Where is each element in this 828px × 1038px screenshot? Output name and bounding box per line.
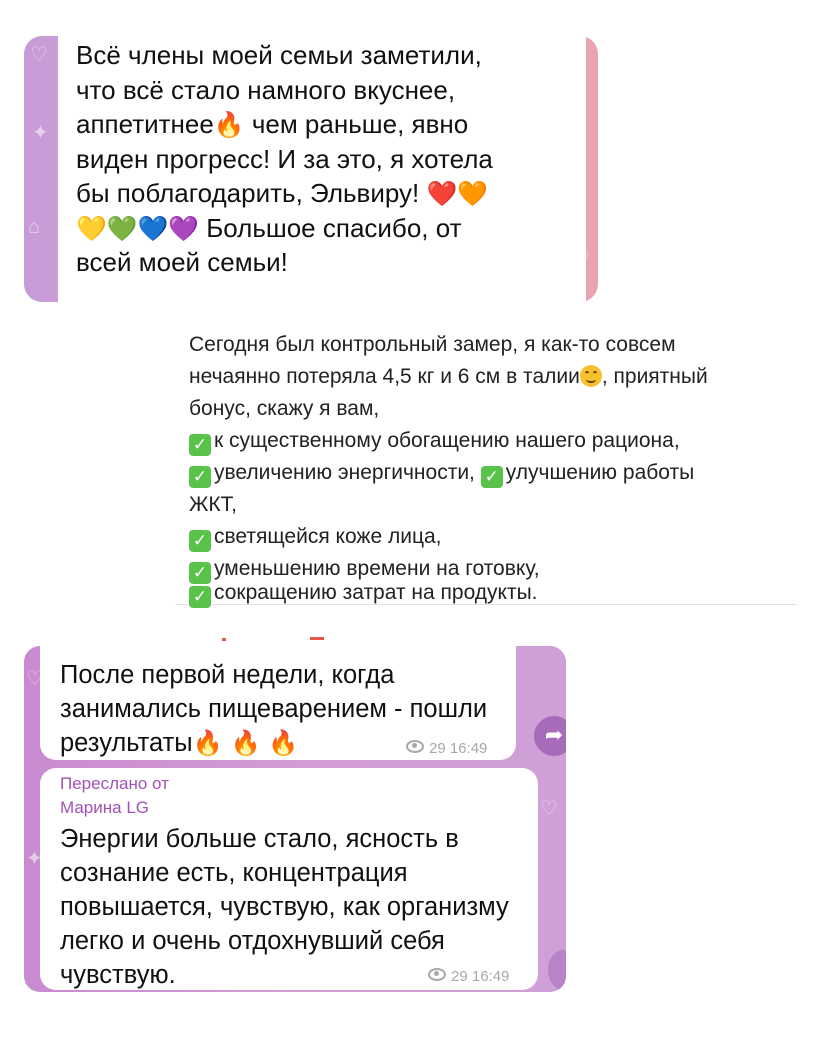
- list-item-text: сокращению затрат на продукты.: [214, 581, 538, 604]
- text-line: что всё стало намного вкуснее,: [76, 74, 456, 105]
- view-count: 29: [451, 968, 468, 985]
- forwarded-message-bubble: Переслано от Марина LG Энергии больше ст…: [40, 768, 538, 990]
- review-screenshot-3: ♡ ✦ ♡ После первой недели, когда занимал…: [24, 646, 566, 992]
- check-icon: ✓: [189, 434, 211, 456]
- smile-emoji-icon: [579, 365, 602, 387]
- check-icon: ✓: [189, 530, 211, 552]
- forwarded-label: Переслано от: [60, 774, 169, 793]
- list-item: ✓ сокращению затрат на продукты.: [189, 580, 538, 608]
- list-item-text: увеличению энергичности,: [214, 461, 481, 484]
- message-text: Всё члены моей семьи заметили, что всё с…: [76, 38, 576, 280]
- cropped-artifact: [222, 638, 226, 641]
- list-item-text: улучшению работы: [505, 461, 695, 484]
- text-line: нечаянно потеряла 4,5 кг и 6 см в талии,…: [189, 364, 708, 390]
- message-line: После первой недели, когда: [60, 661, 395, 689]
- text-line: аппетитнее: [76, 109, 214, 139]
- text-line: Большое спасибо, от: [198, 212, 462, 243]
- decor-corner: [548, 950, 566, 990]
- cropped-artifact: [310, 637, 324, 640]
- text-line: бонус, скажу я вам,: [189, 397, 380, 420]
- review-screenshot-2: Сегодня был контрольный замер, я как-то …: [175, 322, 797, 608]
- text-line: чем раньше, явно: [244, 109, 469, 139]
- heart-decoration-icon: ♡: [540, 798, 558, 820]
- check-icon: ✓: [480, 466, 503, 488]
- message-time: 16:49: [449, 740, 488, 757]
- text-line: Всё члены моей семьи заметили,: [76, 40, 482, 70]
- text-line: бы поблагодарить, Эльвиру!: [76, 178, 427, 208]
- list-item: ✓ светящейся коже лица,: [189, 524, 442, 552]
- list-item: ✓ к существенному обогащению нашего рацио…: [189, 428, 680, 456]
- check-icon: ✓: [189, 466, 211, 488]
- list-item-text: светящейся коже лица,: [214, 525, 442, 548]
- list-item-text: уменьшению времени на готовку,: [214, 557, 540, 580]
- list-item-text: к существенному обогащению нашего рацион…: [214, 429, 680, 452]
- hearts-emoji-icon: ❤️🧡: [426, 179, 488, 208]
- eye-icon: [428, 968, 446, 981]
- message-line: чувствую.: [60, 961, 176, 989]
- text-line: виден прогресс! И за это, я хотела: [76, 143, 493, 174]
- message-line: Энергии больше стало, ясность в: [60, 825, 459, 853]
- message-time: 16:49: [471, 968, 510, 985]
- message-meta: 29 16:49: [428, 968, 509, 985]
- message-meta: 29 16:49: [406, 740, 487, 757]
- text-line-part: нечаянно потеряла 4,5 кг и 6 см в талии: [189, 365, 580, 388]
- message-line: сознание есть, концентрация: [60, 859, 408, 887]
- text-line-part: , приятный: [601, 365, 708, 388]
- message-line: результаты🔥 🔥 🔥: [60, 726, 298, 760]
- text-line: Сегодня был контрольный замер, я как-то …: [189, 333, 676, 356]
- message-line-part: результаты: [60, 729, 193, 757]
- hearts-emoji-icon: 💛💚💙💜: [76, 213, 199, 243]
- fire-emoji-icon: 🔥 🔥 🔥: [192, 729, 299, 757]
- message-line: повышается, чувствую, как организму: [60, 893, 509, 921]
- message-line: занимались пищеварением - пошли: [60, 695, 488, 723]
- heart-decoration-icon: ♡: [30, 44, 48, 66]
- eye-icon: [406, 740, 424, 753]
- check-icon: ✓: [189, 586, 211, 608]
- fire-emoji-icon: 🔥: [213, 110, 245, 139]
- share-button[interactable]: ➦: [534, 716, 566, 756]
- text-line: всей моей семьи!: [76, 247, 288, 277]
- list-item-continuation: ЖКТ,: [189, 493, 237, 516]
- message-bubble: После первой недели, когда занимались пи…: [40, 646, 516, 760]
- message-line: легко и очень отдохнувший себя: [60, 927, 445, 955]
- lock-decoration-icon: ⌂: [28, 216, 41, 238]
- sparkle-decoration-icon: ✦: [32, 122, 49, 144]
- view-count: 29: [429, 740, 446, 757]
- list-item: ✓ увеличению энергичности, ✓ улучшению раб…: [189, 460, 694, 488]
- forwarded-from-link[interactable]: Марина LG: [60, 798, 149, 818]
